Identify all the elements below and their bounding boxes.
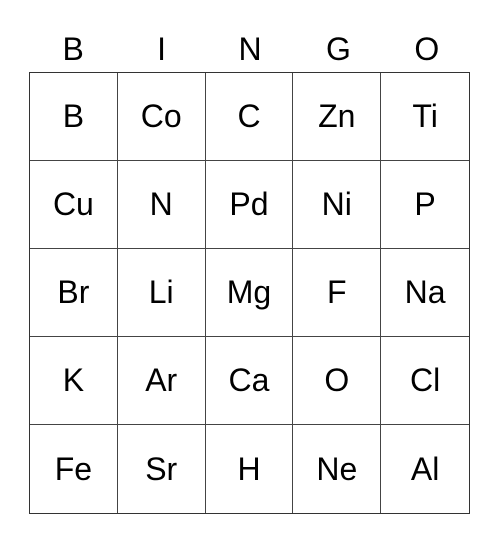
header-letter: G [325, 31, 351, 67]
bingo-cell[interactable]: Ti [381, 73, 469, 161]
bingo-cell[interactable]: O [293, 337, 382, 425]
bingo-cell[interactable]: F [293, 249, 382, 337]
bingo-cell[interactable]: H [206, 425, 294, 513]
bingo-header: B I N G O [29, 28, 471, 70]
header-letter: B [62, 31, 84, 67]
bingo-cell[interactable]: Fe [30, 425, 118, 513]
header-letter: I [157, 31, 167, 67]
bingo-cell[interactable]: Co [117, 73, 206, 161]
bingo-cell[interactable]: Mg [205, 249, 294, 337]
bingo-cell[interactable]: Al [381, 425, 469, 513]
bingo-cell[interactable]: B [30, 73, 118, 161]
bingo-cell[interactable]: Ca [205, 337, 294, 425]
bingo-cell[interactable]: Pd [205, 161, 294, 249]
bingo-cell[interactable]: C [205, 73, 294, 161]
bingo-cell[interactable]: Sr [118, 425, 206, 513]
bingo-cell[interactable]: Na [381, 249, 469, 337]
bingo-cell[interactable]: Ne [293, 425, 382, 513]
bingo-cell[interactable]: Cl [381, 337, 469, 425]
bingo-cell[interactable]: Li [117, 249, 206, 337]
bingo-cell[interactable]: Ni [293, 161, 382, 249]
header-letter: N [238, 31, 262, 67]
bingo-card: B Co C Zn Ti Cu N Pd Ni P Br Li Mg F Na … [29, 72, 470, 514]
bingo-cell[interactable]: K [30, 337, 118, 425]
bingo-cell[interactable]: P [381, 161, 469, 249]
bingo-cell[interactable]: Br [30, 249, 118, 337]
bingo-cell[interactable]: Ar [117, 337, 206, 425]
bingo-cell[interactable]: Cu [30, 161, 118, 249]
bingo-cell[interactable]: N [117, 161, 206, 249]
bingo-cell[interactable]: Zn [293, 73, 382, 161]
header-letter: O [414, 31, 440, 67]
